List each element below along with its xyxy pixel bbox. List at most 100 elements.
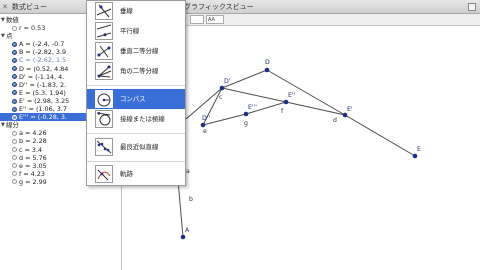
- maximize-icon[interactable]: [468, 3, 476, 11]
- point-label: E': [347, 106, 353, 113]
- segment-line[interactable]: [266, 69, 346, 116]
- algebra-item-text: f = 4.23: [19, 169, 45, 178]
- visibility-toggle-icon[interactable]: [12, 41, 17, 47]
- best-fit-line-tool[interactable]: 最良近似直線: [87, 137, 185, 157]
- point-marker[interactable]: [264, 67, 270, 73]
- algebra-item-text: D = (0.52, 4.84: [19, 64, 69, 73]
- segment-label: g: [244, 120, 248, 127]
- algebra-item-text: C = (-2.62, 1.5: [19, 56, 67, 65]
- segment-label: c: [219, 94, 223, 101]
- point-label: E''': [248, 104, 258, 111]
- visibility-toggle-icon[interactable]: [12, 25, 17, 31]
- menu-item-label: 軌跡: [120, 170, 133, 178]
- segment-label: b: [189, 196, 193, 203]
- algebra-item-text: E' = (2.98, 3.25: [19, 96, 70, 105]
- visibility-toggle-icon[interactable]: [12, 90, 17, 96]
- visibility-toggle-icon[interactable]: [12, 114, 17, 120]
- menu-separator: [87, 133, 185, 134]
- visibility-toggle-icon[interactable]: [12, 74, 17, 80]
- best-fit-line-icon: [95, 138, 113, 156]
- point-marker[interactable]: [412, 153, 418, 159]
- point-marker[interactable]: [283, 99, 289, 105]
- color-style-box[interactable]: [190, 15, 204, 24]
- point-marker[interactable]: [200, 122, 206, 128]
- point-label: E: [417, 146, 421, 153]
- segment-layer: [149, 69, 416, 238]
- algebra-item-text: g = 2.99: [19, 177, 47, 186]
- collapse-arrow-icon[interactable]: ▼: [1, 16, 5, 24]
- algebra-item-text: A = (-2.4, -0.7: [19, 40, 65, 49]
- tangent-line-tool[interactable]: 接線または極線: [87, 109, 185, 129]
- menu-item-label: コンパス: [120, 95, 146, 103]
- compass-icon: [95, 90, 113, 108]
- perpendicular-line-icon: [95, 2, 113, 20]
- category-label: 線分: [6, 121, 19, 130]
- segment-line[interactable]: [221, 87, 287, 103]
- segment-line[interactable]: [177, 179, 184, 238]
- point-label: D'': [202, 115, 211, 122]
- angle-bisector-icon: [95, 62, 113, 80]
- perpendicular-bisector-icon: [95, 42, 113, 60]
- segment-line[interactable]: [344, 114, 416, 157]
- compass-tool[interactable]: コンパス: [87, 89, 185, 109]
- close-icon[interactable]: ✕: [1, 3, 9, 11]
- visibility-toggle-icon[interactable]: [12, 49, 17, 55]
- algebra-item-text: b = 2.28: [19, 137, 47, 146]
- tool-menu: 垂線 平行線 垂直二等分線 角の二等分線 コンパス 接線または極線 最良近似直線…: [86, 0, 186, 186]
- point-label: E'': [288, 92, 296, 99]
- menu-item-label: 垂直二等分線: [120, 47, 159, 55]
- menu-item-label: 平行線: [120, 27, 140, 35]
- menu-separator: [87, 161, 185, 162]
- segment-line[interactable]: [285, 101, 346, 116]
- algebra-item-text: E''' = (-0.28, 3.: [19, 113, 67, 122]
- angle-bisector-tool[interactable]: 角の二等分線: [87, 61, 185, 81]
- perpendicular-bisector-tool[interactable]: 垂直二等分線: [87, 41, 185, 61]
- collapse-arrow-icon[interactable]: ▼: [1, 121, 5, 129]
- collapse-arrow-icon[interactable]: ▼: [1, 32, 5, 40]
- visibility-toggle-icon[interactable]: [12, 163, 17, 169]
- menu-item-label: 角の二等分線: [120, 67, 159, 75]
- visibility-toggle-icon[interactable]: [12, 147, 17, 153]
- algebra-item-text: E'' = (1.06, 3.7: [19, 105, 67, 114]
- locus-icon: [95, 165, 113, 183]
- point-marker[interactable]: [219, 85, 225, 91]
- algebra-item-text: r = 0.53: [19, 24, 46, 33]
- perpendicular-line-tool[interactable]: 垂線: [87, 1, 185, 21]
- visibility-toggle-icon[interactable]: [12, 106, 17, 112]
- algebra-item-text: c = 3.4: [19, 145, 43, 154]
- visibility-toggle-icon[interactable]: [12, 155, 17, 161]
- visibility-toggle-icon[interactable]: [12, 179, 17, 185]
- segment-label: e: [203, 128, 207, 135]
- point-marker[interactable]: [180, 234, 186, 240]
- algebra-item-text: D' = (-1.14, 4.: [19, 72, 65, 81]
- visibility-toggle-icon[interactable]: [12, 82, 17, 88]
- label-style-box[interactable]: AA: [206, 15, 224, 24]
- visibility-toggle-icon[interactable]: [12, 58, 17, 64]
- menu-item-label: 接線または極線: [120, 115, 165, 123]
- menu-item-label: 最良近似直線: [120, 143, 159, 151]
- visibility-toggle-icon[interactable]: [12, 171, 17, 177]
- parallel-line-tool[interactable]: 平行線: [87, 21, 185, 41]
- category-label: 点: [6, 32, 13, 41]
- point-label: D: [265, 59, 270, 66]
- algebra-item-text: e = 3.05: [19, 161, 47, 170]
- algebra-item-text: D'' = (-1.83, 2.: [19, 80, 67, 89]
- menu-item-label: 垂線: [120, 7, 133, 15]
- visibility-toggle-icon[interactable]: [12, 139, 17, 144]
- visibility-toggle-icon[interactable]: [12, 66, 17, 72]
- parallel-line-icon: [95, 22, 113, 40]
- menu-separator: [87, 85, 185, 86]
- point-label: A: [185, 227, 190, 234]
- segment-label: d: [333, 117, 337, 124]
- point-label: D': [224, 78, 231, 85]
- locus-tool[interactable]: 軌跡: [87, 164, 185, 184]
- tangent-line-icon: [95, 110, 113, 128]
- segment-label: f: [281, 108, 284, 115]
- segment-label: a: [186, 168, 190, 175]
- point-marker[interactable]: [243, 111, 249, 117]
- style-bar: AA: [182, 14, 480, 26]
- visibility-toggle-icon[interactable]: [12, 98, 17, 104]
- category-label: 数値: [6, 16, 19, 24]
- point-marker[interactable]: [342, 112, 348, 118]
- visibility-toggle-icon[interactable]: [12, 130, 17, 136]
